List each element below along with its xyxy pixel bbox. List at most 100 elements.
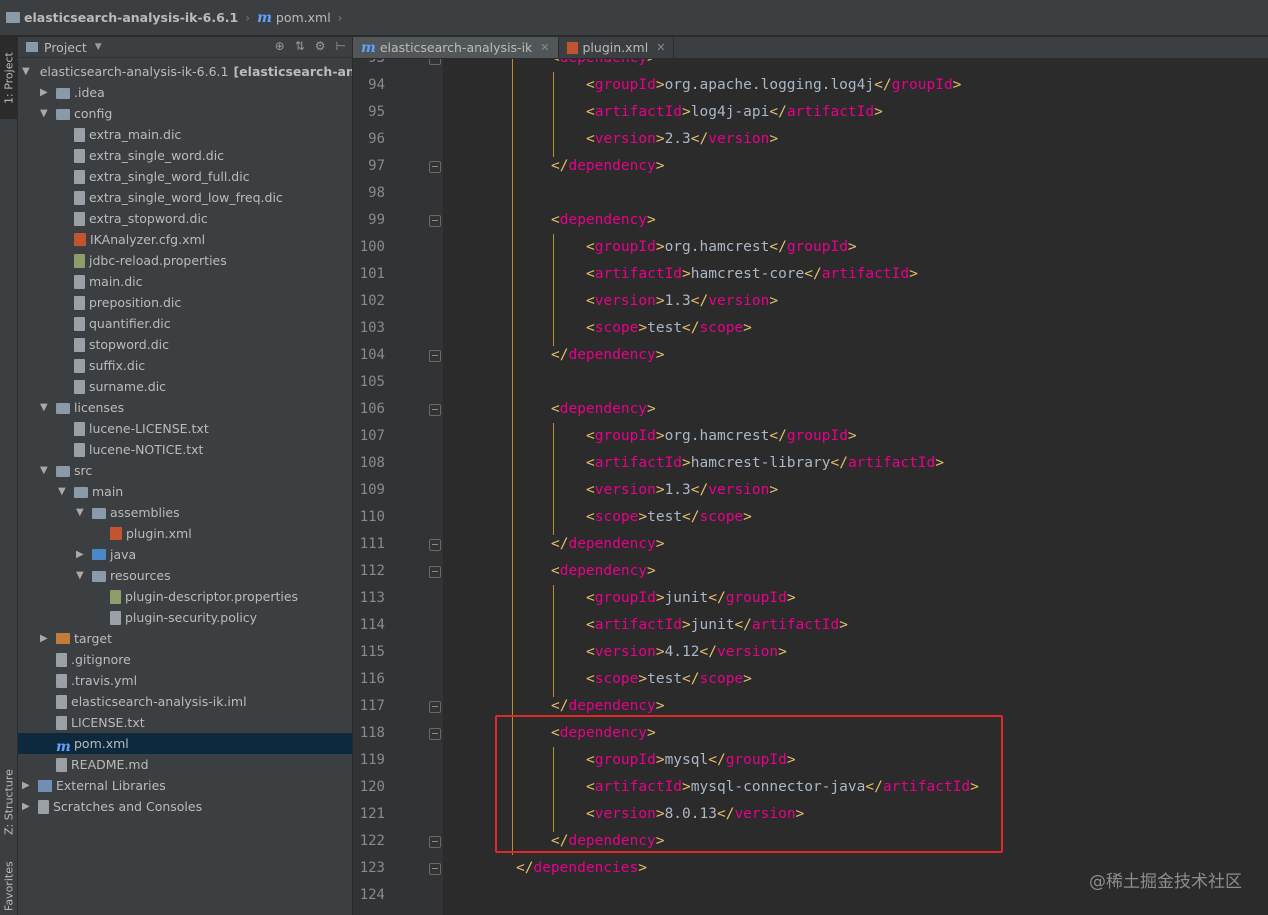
- tab-pom[interactable]: m elasticsearch-analysis-ik ✕: [353, 37, 559, 58]
- tree-item[interactable]: preposition.dic: [18, 292, 352, 313]
- tree-item[interactable]: ▶ Scratches and Consoles: [18, 796, 352, 817]
- code-line[interactable]: <artifactId>junit</artifactId>: [586, 612, 848, 639]
- tree-item[interactable]: plugin.xml: [18, 523, 352, 544]
- fold-marker-icon[interactable]: [429, 404, 441, 416]
- breadcrumb-project[interactable]: elasticsearch-analysis-ik-6.6.1: [6, 10, 238, 25]
- collapsed-arrow-icon[interactable]: ▶: [22, 775, 32, 796]
- collapsed-arrow-icon[interactable]: ▶: [40, 628, 50, 649]
- tree-item[interactable]: ▼ assemblies: [18, 502, 352, 523]
- close-icon[interactable]: ✕: [656, 41, 665, 54]
- structure-tool-tab[interactable]: Z: Structure: [0, 759, 18, 845]
- tree-item[interactable]: jdbc-reload.properties: [18, 250, 352, 271]
- code-line[interactable]: <artifactId>log4j-api</artifactId>: [586, 99, 883, 126]
- fold-marker-icon[interactable]: [429, 161, 441, 173]
- tree-item[interactable]: ▼ resources: [18, 565, 352, 586]
- tree-item[interactable]: ▼ config: [18, 103, 352, 124]
- code-line[interactable]: <groupId>org.hamcrest</groupId>: [586, 234, 857, 261]
- code-line[interactable]: <version>2.3</version>: [586, 126, 778, 153]
- fold-marker-icon[interactable]: [429, 836, 441, 848]
- tree-item[interactable]: ▼ main: [18, 481, 352, 502]
- tab-plugin-xml[interactable]: plugin.xml ✕: [559, 37, 675, 58]
- fold-marker-icon[interactable]: [429, 350, 441, 362]
- code-line[interactable]: <groupId>org.apache.logging.log4j</group…: [586, 72, 961, 99]
- collapsed-arrow-icon[interactable]: ▶: [22, 796, 32, 817]
- code-line[interactable]: <version>1.3</version>: [586, 288, 778, 315]
- tree-item[interactable]: plugin-security.policy: [18, 607, 352, 628]
- tree-item[interactable]: suffix.dic: [18, 355, 352, 376]
- tree-item[interactable]: ▶ target: [18, 628, 352, 649]
- fold-marker-icon[interactable]: [429, 215, 441, 227]
- tree-item[interactable]: lucene-NOTICE.txt: [18, 439, 352, 460]
- tree-item[interactable]: .gitignore: [18, 649, 352, 670]
- code-line[interactable]: <dependency>: [551, 558, 656, 585]
- expanded-arrow-icon[interactable]: ▼: [40, 103, 50, 124]
- fold-marker-icon[interactable]: [429, 863, 441, 875]
- code-line[interactable]: </dependency>: [551, 531, 665, 558]
- expanded-arrow-icon[interactable]: ▼: [22, 61, 30, 82]
- tree-item[interactable]: ▼ licenses: [18, 397, 352, 418]
- project-panel-title[interactable]: Project: [44, 40, 87, 55]
- expanded-arrow-icon[interactable]: ▼: [76, 502, 86, 523]
- tree-item[interactable]: m pom.xml: [18, 733, 352, 755]
- tree-item[interactable]: IKAnalyzer.cfg.xml: [18, 229, 352, 250]
- hide-icon[interactable]: ⊢: [336, 39, 346, 53]
- code-line[interactable]: <dependency>: [551, 207, 656, 234]
- tree-item[interactable]: LICENSE.txt: [18, 712, 352, 733]
- tree-item[interactable]: plugin-descriptor.properties: [18, 586, 352, 607]
- code-editor[interactable]: 93 94 95 96 97 98 99 100 101 102 103 104 105 106 107 10…: [353, 59, 1268, 915]
- tree-item[interactable]: stopword.dic: [18, 334, 352, 355]
- tree-item[interactable]: ▼ elasticsearch-analysis-ik-6.6.1 [elastic…: [18, 61, 352, 82]
- collapsed-arrow-icon[interactable]: ▶: [76, 544, 86, 565]
- code-line[interactable]: <version>1.3</version>: [586, 477, 778, 504]
- tree-item[interactable]: extra_main.dic: [18, 124, 352, 145]
- tree-item[interactable]: extra_single_word_low_freq.dic: [18, 187, 352, 208]
- dropdown-arrow-icon[interactable]: ▼: [95, 42, 102, 52]
- locate-icon[interactable]: ⊕: [275, 39, 285, 53]
- tree-item[interactable]: elasticsearch-analysis-ik.iml: [18, 691, 352, 712]
- tree-item-label: stopword.dic: [89, 337, 169, 352]
- close-icon[interactable]: ✕: [540, 41, 549, 54]
- tree-item[interactable]: main.dic: [18, 271, 352, 292]
- code-line[interactable]: <scope>test</scope>: [586, 315, 752, 342]
- collapsed-arrow-icon[interactable]: ▶: [40, 82, 50, 103]
- collapse-icon[interactable]: ⇅: [295, 39, 305, 53]
- code-line[interactable]: <version>4.12</version>: [586, 639, 787, 666]
- code-line[interactable]: <scope>test</scope>: [586, 504, 752, 531]
- code-line[interactable]: </dependencies>: [516, 855, 647, 882]
- tree-item[interactable]: ▶ java: [18, 544, 352, 565]
- fold-marker-icon[interactable]: [429, 59, 441, 65]
- fold-marker-icon[interactable]: [429, 539, 441, 551]
- tree-item[interactable]: README.md: [18, 754, 352, 775]
- tree-item[interactable]: .travis.yml: [18, 670, 352, 691]
- code-line[interactable]: <dependency>: [551, 396, 656, 423]
- code-line[interactable]: <groupId>org.hamcrest</groupId>: [586, 423, 857, 450]
- tree-item[interactable]: lucene-LICENSE.txt: [18, 418, 352, 439]
- tree-item[interactable]: extra_single_word.dic: [18, 145, 352, 166]
- tree-item[interactable]: ▶ External Libraries: [18, 775, 352, 796]
- fold-marker-icon[interactable]: [429, 701, 441, 713]
- code-line[interactable]: <artifactId>hamcrest-library</artifactId…: [586, 450, 944, 477]
- code-line[interactable]: </dependency>: [551, 342, 665, 369]
- breadcrumb-file[interactable]: m pom.xml: [257, 10, 331, 26]
- code-line[interactable]: <artifactId>hamcrest-core</artifactId>: [586, 261, 918, 288]
- gear-icon[interactable]: ⚙: [315, 39, 326, 53]
- project-tool-tab[interactable]: 1: Project: [0, 37, 18, 119]
- code-line[interactable]: <dependency>: [551, 59, 656, 72]
- tree-item[interactable]: quantifier.dic: [18, 313, 352, 334]
- tree-item[interactable]: extra_stopword.dic: [18, 208, 352, 229]
- code-line[interactable]: <groupId>junit</groupId>: [586, 585, 796, 612]
- tree-item[interactable]: extra_single_word_full.dic: [18, 166, 352, 187]
- expanded-arrow-icon[interactable]: ▼: [40, 460, 50, 481]
- code-line[interactable]: <scope>test</scope>: [586, 666, 752, 693]
- code-line[interactable]: </dependency>: [551, 153, 665, 180]
- tree-item[interactable]: ▶ .idea: [18, 82, 352, 103]
- expanded-arrow-icon[interactable]: ▼: [40, 397, 50, 418]
- favorites-tool-tab[interactable]: Favorites: [0, 857, 18, 915]
- tag-bracket: </: [551, 158, 569, 174]
- tree-item[interactable]: ▼ src: [18, 460, 352, 481]
- fold-marker-icon[interactable]: [429, 566, 441, 578]
- tree-item[interactable]: surname.dic: [18, 376, 352, 397]
- fold-marker-icon[interactable]: [429, 728, 441, 740]
- expanded-arrow-icon[interactable]: ▼: [58, 481, 68, 502]
- expanded-arrow-icon[interactable]: ▼: [76, 565, 86, 586]
